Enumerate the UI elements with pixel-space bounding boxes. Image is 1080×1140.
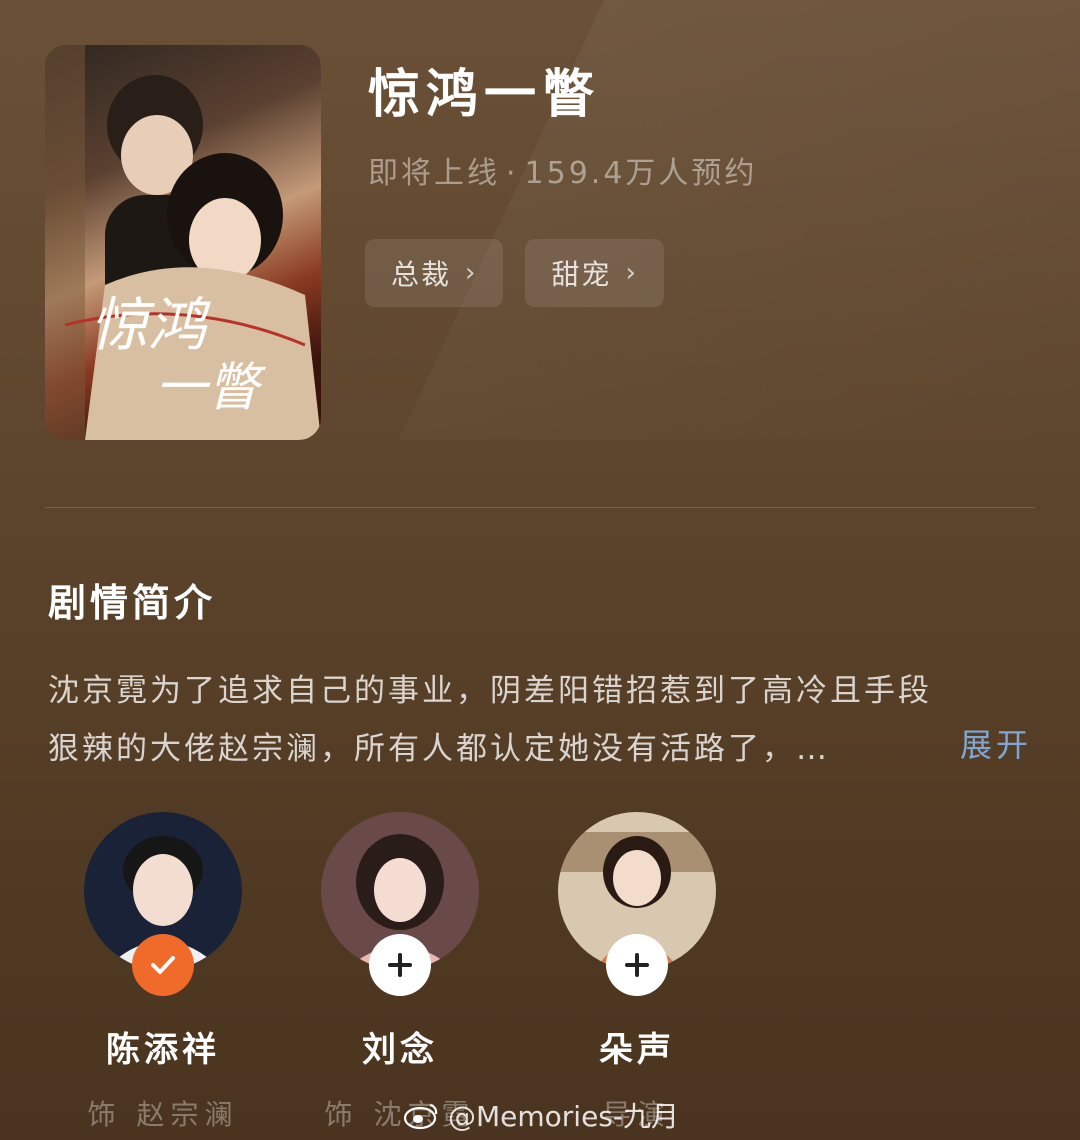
chevron-right-icon: › (625, 258, 638, 288)
drama-title: 惊鸿一瞥 (368, 65, 601, 125)
follow-plus-icon[interactable] (369, 934, 431, 996)
poster-image: 惊鸿 一瞥 (45, 45, 321, 440)
followed-check-icon[interactable] (132, 934, 194, 996)
expand-link[interactable]: 展开 (960, 720, 1032, 766)
cast-role: 饰 赵宗澜 (87, 1098, 239, 1131)
release-status: 即将上线 (368, 156, 500, 191)
svg-text:惊鸿: 惊鸿 (90, 291, 211, 359)
section-divider (45, 507, 1035, 508)
synopsis-line: 沈京霓为了追求自己的事业，阴差阳错招惹到了高冷且手段 (48, 673, 932, 709)
synopsis-heading: 剧情简介 (48, 581, 217, 625)
cast-name: 刘念 (362, 1030, 438, 1070)
watermark: @Memories-九月 (402, 1095, 679, 1135)
cast-member[interactable]: 刘念 饰 沈京霓 (320, 812, 480, 1133)
separator-dot: · (506, 156, 519, 191)
cast-member[interactable]: 朵声 导演 (557, 812, 717, 1133)
cast-name: 朵声 (599, 1030, 675, 1070)
follow-plus-icon[interactable] (606, 934, 668, 996)
weibo-icon (403, 1103, 438, 1130)
synopsis-text: 沈京霓为了追求自己的事业，阴差阳错招惹到了高冷且手段 狠辣的大佬赵宗澜，所有人都… (48, 662, 1038, 778)
cast-name: 陈添祥 (106, 1030, 220, 1070)
reservation-count: 159.4万人预约 (524, 156, 758, 191)
svg-text:一瞥: 一瞥 (155, 358, 266, 418)
cast-member[interactable]: 陈添祥 饰 赵宗澜 (83, 812, 243, 1133)
drama-poster[interactable]: 惊鸿 一瞥 (45, 45, 321, 440)
chevron-right-icon: › (465, 258, 478, 288)
tag-label: 甜宠 (551, 258, 612, 291)
watermark-text: @Memories-九月 (448, 1100, 680, 1133)
tag-ceo[interactable]: 总裁 › (365, 239, 504, 307)
tag-sweet[interactable]: 甜宠 › (525, 239, 664, 307)
genre-tags: 总裁 › 甜宠 › (365, 239, 664, 307)
synopsis-line: 狠辣的大佬赵宗澜，所有人都认定她没有活路了，… (48, 731, 830, 767)
drama-subtitle: 即将上线 · 159.4万人预约 (368, 148, 757, 192)
tag-label: 总裁 (391, 258, 452, 291)
